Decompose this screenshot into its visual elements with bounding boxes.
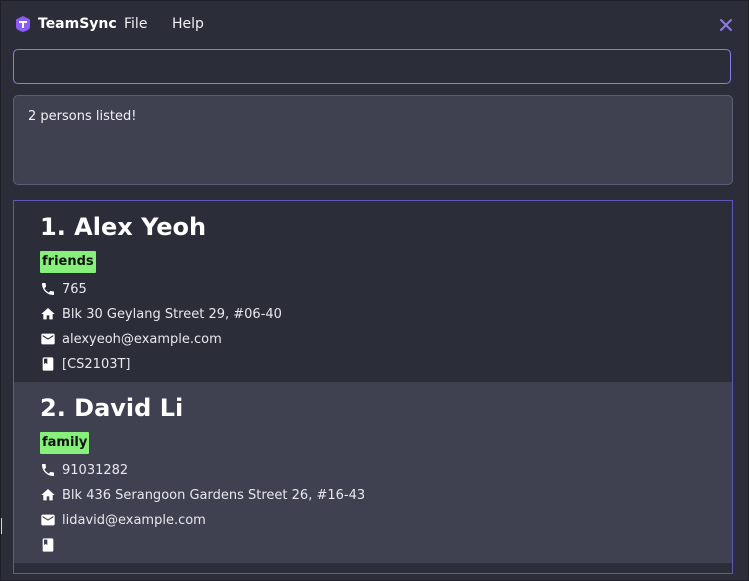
phone-icon: [42, 283, 54, 295]
menu-bar: TeamSync File Help: [0, 4, 749, 44]
address-field: Blk 30 Geylang Street 29, #06-40: [40, 305, 282, 323]
phone-field: 91031282: [40, 461, 128, 479]
person-card[interactable]: 1. Alex Yeoh friends 765 Blk 30 Geylang …: [14, 201, 732, 382]
phone-field: 765: [40, 280, 87, 298]
address-field: Blk 436 Serangoon Gardens Street 26, #16…: [40, 486, 365, 504]
phone-value: 91031282: [62, 462, 129, 478]
menu-file[interactable]: File: [124, 16, 147, 32]
home-icon: [41, 308, 55, 320]
menu-help[interactable]: Help: [172, 16, 204, 32]
email-value: alexyeoh@example.com: [62, 331, 222, 347]
result-display: 2 persons listed!: [13, 95, 733, 185]
tag-badge: friends: [40, 251, 96, 273]
app-window: TeamSync File Help 2 persons listed! 1. …: [0, 0, 749, 581]
email-field: alexyeoh@example.com: [40, 330, 222, 348]
address-value: Blk 30 Geylang Street 29, #06-40: [62, 306, 282, 322]
email-value: lidavid@example.com: [62, 512, 206, 528]
person-name: 1. Alex Yeoh: [40, 213, 207, 241]
app-logo-icon: [16, 16, 30, 32]
person-name: 2. David Li: [40, 394, 184, 422]
tag-badge: family: [40, 432, 90, 454]
modules-value: [CS2103T]: [62, 356, 131, 372]
book-icon: [42, 538, 54, 552]
phone-value: 765: [62, 281, 87, 297]
person-list[interactable]: 1. Alex Yeoh friends 765 Blk 30 Geylang …: [13, 200, 733, 574]
phone-icon: [42, 464, 54, 476]
person-card[interactable]: 2. David Li family 91031282 Blk 436 Sera…: [14, 382, 732, 563]
app-title: TeamSync: [38, 16, 117, 32]
home-icon: [41, 489, 55, 501]
address-value: Blk 436 Serangoon Gardens Street 26, #16…: [62, 487, 366, 503]
email-field: lidavid@example.com: [40, 511, 206, 529]
command-input[interactable]: [14, 50, 730, 83]
close-icon[interactable]: [717, 16, 735, 34]
window-edge-marker: [0, 518, 2, 534]
book-icon: [42, 357, 54, 371]
command-input-box[interactable]: [13, 49, 731, 84]
email-icon: [41, 333, 55, 345]
email-icon: [41, 514, 55, 526]
result-message: 2 persons listed!: [28, 109, 137, 124]
modules-field: [40, 536, 62, 554]
modules-field: [CS2103T]: [40, 355, 131, 373]
